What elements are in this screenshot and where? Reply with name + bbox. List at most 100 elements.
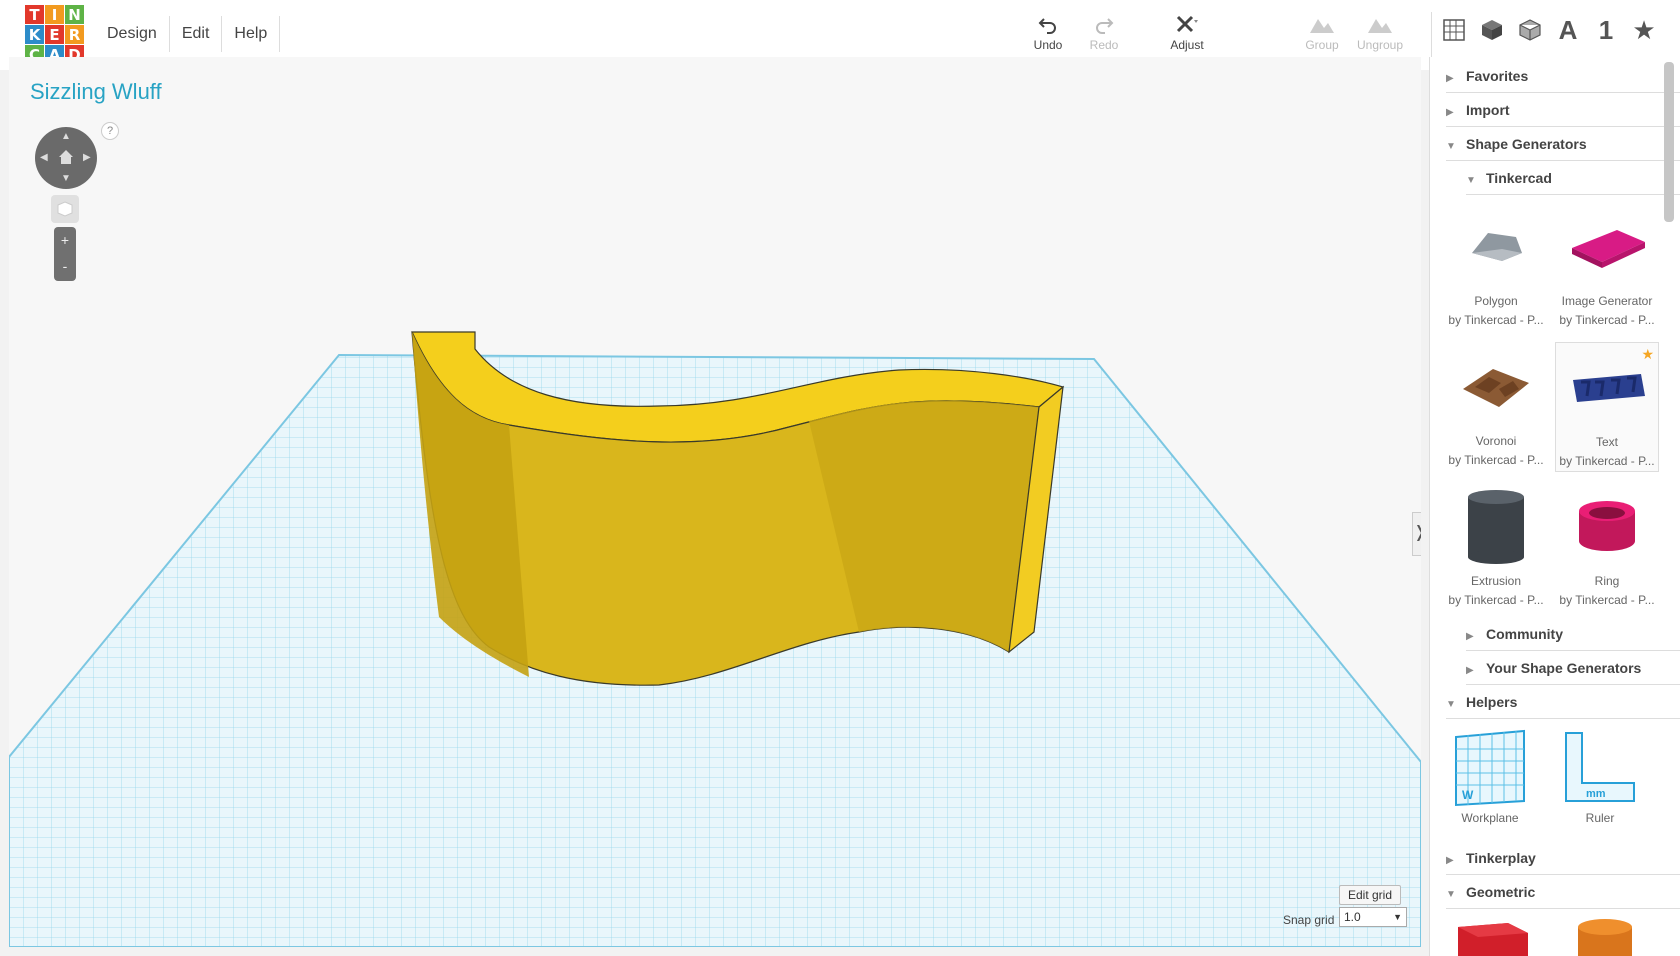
solid-cube-icon[interactable] [1478,16,1506,44]
number-tool-icon[interactable]: 1 [1592,15,1620,45]
shape-tile-extrusion[interactable]: Extrusion by Tinkercad - P... [1444,482,1548,610]
subsection-community[interactable]: ▶ Community [1466,617,1680,651]
view-tools: A 1 ★ [1440,12,1658,48]
svg-text:mm: mm [1586,788,1606,800]
section-import[interactable]: ▶ Import [1446,93,1680,127]
tile-author: by Tinkercad - P... [1448,593,1544,607]
shape-tile-ring[interactable]: Ring by Tinkercad - P... [1555,482,1659,610]
group-button[interactable]: Group [1292,12,1352,52]
workplane-thumb: W [1440,727,1540,809]
logo-letter: N [65,5,84,24]
zoom-in-button[interactable]: + [54,227,76,253]
redo-icon [1074,12,1134,38]
expand-icon: ▶ [1446,107,1454,118]
section-geometric[interactable]: ▼ Geometric [1446,875,1680,909]
help-icon[interactable]: ? [101,122,119,140]
tile-name: Ring [1594,574,1620,588]
ruler-thumb: mm [1550,727,1650,809]
zoom-controls: + - [54,227,76,281]
tile-author: by Tinkercad - P... [1559,454,1655,468]
menu-edit[interactable]: Edit [170,16,223,52]
shape-tile-voronoi[interactable]: Voronoi by Tinkercad - P... [1444,342,1548,470]
dropdown-arrow-icon: ▼ [1393,912,1402,922]
wireframe-cube-icon[interactable] [1516,16,1544,44]
logo-letter: I [45,5,64,24]
adjust-icon [1157,12,1217,38]
shape-tile-image-generator[interactable]: Image Generator by Tinkercad - P... [1555,202,1659,330]
tile-author: by Tinkercad - P... [1448,453,1544,467]
tile-name: Image Generator [1561,294,1653,308]
snap-grid-label: Snap grid [1283,913,1335,927]
logo-letter: E [45,25,64,44]
ungroup-icon [1350,12,1410,38]
section-helpers[interactable]: ▼ Helpers [1446,685,1680,719]
subsection-tinkercad[interactable]: ▼ Tinkercad [1466,161,1680,195]
tile-name: Ruler [1585,811,1615,825]
home-icon[interactable] [57,148,75,166]
snap-grid-select[interactable]: 1.0 ▼ [1339,907,1407,927]
tile-author: by Tinkercad - P... [1559,313,1655,327]
section-shape-generators[interactable]: ▼ Shape Generators [1446,127,1680,161]
redo-button[interactable]: Redo [1074,12,1134,52]
view-navigation-wheel[interactable]: ▲ ▼ ◀ ▶ [35,127,97,189]
tinkercad-logo[interactable]: T I N K E R C A D [25,5,85,65]
undo-label: Undo [1033,38,1063,52]
tile-name: Voronoi [1475,434,1517,448]
collapse-icon: ▼ [1446,699,1456,710]
ring-thumb [1555,482,1659,572]
section-tinkerplay[interactable]: ▶ Tinkerplay [1446,841,1680,875]
group-label: Group [1305,38,1339,52]
favorite-star-icon[interactable]: ★ [1641,345,1654,364]
image-generator-thumb [1555,202,1659,292]
shape-tile-polygon[interactable]: Polygon by Tinkercad - P... [1444,202,1548,330]
tile-author: by Tinkercad - P... [1559,593,1655,607]
menu-help[interactable]: Help [222,16,281,52]
ungroup-label: Ungroup [1356,38,1404,52]
expand-icon: ▶ [1446,855,1454,866]
star-icon[interactable]: ★ [1630,15,1658,45]
helper-tile-ruler[interactable]: mm Ruler [1550,727,1650,828]
collapse-icon: ▼ [1466,175,1476,186]
collapse-icon: ▼ [1446,141,1456,152]
tile-name: Extrusion [1470,574,1522,588]
collapse-panel-button[interactable]: ❭ [1412,512,1421,556]
toolbar-divider [1431,12,1432,60]
expand-icon: ▶ [1466,665,1474,676]
fit-view-button[interactable] [51,195,79,223]
ungroup-button[interactable]: Ungroup [1350,12,1410,52]
expand-icon: ▶ [1466,631,1474,642]
shapes-panel: ▶ Favorites ▶ Import ▼ Shape Generators ▼ Ti… [1429,57,1680,956]
logo-letter: T [25,5,44,24]
geometric-cylinder-thumb[interactable] [1570,917,1640,956]
tile-name: Workplane [1461,811,1519,825]
adjust-button[interactable]: Adjust [1157,12,1217,52]
collapse-icon: ▼ [1446,889,1456,900]
voronoi-thumb [1444,342,1548,432]
group-icon [1292,12,1352,38]
subsection-your-generators[interactable]: ▶ Your Shape Generators [1466,651,1680,685]
zoom-out-button[interactable]: - [54,253,76,279]
svg-text:W: W [1462,788,1474,802]
main-menu: Design Edit Help [95,16,281,52]
edit-grid-button[interactable]: Edit grid [1339,885,1402,905]
grid-view-icon[interactable] [1440,16,1468,44]
text-tool-icon[interactable]: A [1554,15,1582,45]
snap-grid-value: 1.0 [1344,910,1361,924]
helper-tile-workplane[interactable]: W Workplane [1440,727,1540,828]
panel-scrollbar[interactable] [1664,62,1674,222]
workplane-grid[interactable] [9,57,1421,947]
section-favorites[interactable]: ▶ Favorites [1446,59,1680,93]
cube-view-icon [57,201,73,217]
tile-author: by Tinkercad - P... [1448,313,1544,327]
adjust-label: Adjust [1170,38,1204,52]
undo-icon [1018,12,1078,38]
logo-letter: R [65,25,84,44]
workplane-canvas[interactable]: Sizzling Wluff ▲ ▼ ◀ ▶ ? + - ❭ Edit grid… [9,57,1421,947]
design-title[interactable]: Sizzling Wluff [30,79,162,105]
redo-label: Redo [1089,38,1119,52]
undo-button[interactable]: Undo [1018,12,1078,52]
shape-tile-text[interactable]: ★ Text by Tinkercad - P... [1555,342,1659,472]
extrusion-thumb [1444,482,1548,572]
geometric-box-thumb[interactable] [1452,917,1532,956]
menu-design[interactable]: Design [95,16,170,52]
